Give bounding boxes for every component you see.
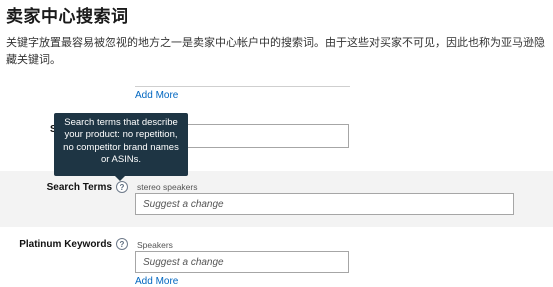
search-terms-input[interactable]: Suggest a change	[135, 193, 514, 215]
question-circle-icon[interactable]: ?	[116, 181, 128, 193]
add-more-link-top[interactable]: Add More	[135, 90, 178, 101]
question-circle-icon[interactable]: ?	[116, 238, 128, 250]
page-title: 卖家中心搜索词	[6, 7, 129, 27]
tooltip: Search terms that describe your product:…	[54, 113, 188, 176]
search-terms-current-value: stereo speakers	[137, 182, 198, 192]
divider	[135, 86, 350, 87]
platinum-keywords-label: Platinum Keywords	[19, 239, 112, 250]
search-terms-label: Search Terms	[46, 182, 112, 193]
platinum-keywords-input[interactable]: Suggest a change	[135, 251, 349, 273]
add-more-link-bottom[interactable]: Add More	[135, 276, 178, 287]
platinum-keywords-current-value: Speakers	[137, 240, 173, 250]
intro-paragraph: 关键字放置最容易被忽视的地方之一是卖家中心帐户中的搜索词。由于这些对买家不可见，…	[6, 36, 545, 66]
tooltip-arrow	[115, 176, 125, 181]
